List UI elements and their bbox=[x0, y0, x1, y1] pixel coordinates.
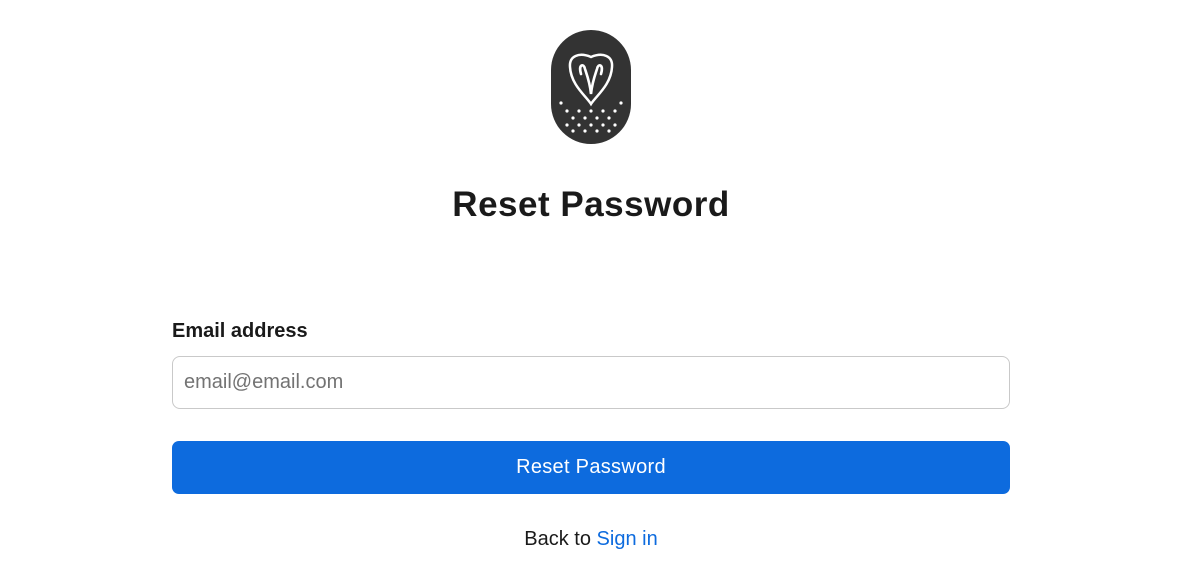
back-to-signin: Back to Sign in bbox=[0, 528, 1182, 551]
owl-logo-icon bbox=[551, 30, 631, 144]
email-label: Email address bbox=[172, 320, 308, 342]
back-to-text: Back to bbox=[524, 528, 591, 550]
reset-password-button[interactable]: Reset Password bbox=[172, 441, 1010, 494]
page-title: Reset Password bbox=[452, 185, 730, 224]
sign-in-link[interactable]: Sign in bbox=[597, 528, 658, 550]
reset-password-page: Reset Password Email address Reset Passw… bbox=[0, 0, 1182, 586]
reset-password-form: Email address Reset Password bbox=[172, 318, 1010, 494]
email-field[interactable] bbox=[172, 356, 1010, 409]
